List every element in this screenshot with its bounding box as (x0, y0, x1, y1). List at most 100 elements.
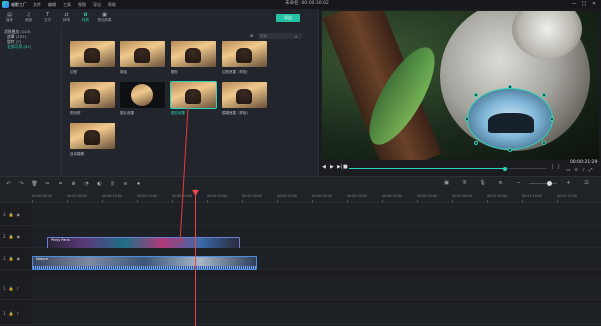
eye-icon[interactable]: ◉ (17, 234, 21, 239)
tab-overlays[interactable]: ▣ 叠加效果 (95, 9, 114, 26)
mixer-icon[interactable]: ≡ (494, 181, 507, 186)
lock-icon[interactable]: 🔒 (9, 311, 14, 316)
ruler-tick-label: 00:00:05:00 (67, 194, 88, 198)
effect-thumb-image-mask[interactable] (120, 82, 165, 108)
close-icon[interactable]: ✕ (590, 1, 598, 8)
grid-view-icon[interactable]: ⊞ (248, 33, 255, 39)
track-lane-2[interactable]: Pinky Paris (31, 226, 601, 249)
progress-knob[interactable] (503, 166, 508, 171)
effect-label: 边框遮罩（样板） (222, 70, 250, 74)
maximize-icon[interactable]: □ (580, 1, 588, 8)
volume-icon[interactable]: ♪ (582, 168, 585, 174)
sidebar-item-all[interactable]: 全部可用 (81) (0, 44, 61, 49)
tab-label: 叠加效果 (97, 17, 112, 22)
lock-icon[interactable]: 🔒 (9, 212, 14, 217)
track-number: 3 (3, 211, 6, 217)
menu-file[interactable]: 文件 (33, 2, 41, 7)
crop-icon[interactable]: ⌗ (54, 182, 67, 187)
tab-media[interactable]: ▤ 媒体 (0, 9, 19, 26)
effect-thumb-circle[interactable] (171, 41, 216, 67)
zoom-in-icon[interactable]: + (562, 181, 575, 186)
effect-thumb-blur-mask[interactable] (222, 82, 267, 108)
effect-thumb-original[interactable] (120, 41, 165, 67)
tab-text[interactable]: T 文字 (38, 9, 57, 26)
mask-handle[interactable] (508, 85, 512, 89)
delete-icon[interactable]: 🗑 (28, 182, 41, 187)
display-icon[interactable]: ▭ (566, 168, 570, 174)
mask-handle[interactable] (550, 117, 554, 121)
app-name: 喵影工厂 (11, 1, 27, 7)
record-icon[interactable]: ⏺ (132, 182, 145, 187)
fullscreen-icon[interactable]: ⤢ (589, 168, 593, 174)
search-input[interactable] (258, 33, 295, 39)
color-icon[interactable]: ◐ (93, 182, 106, 187)
speaker-icon[interactable]: ♪ (17, 311, 20, 316)
zoom-slider[interactable] (529, 181, 557, 186)
menu-help[interactable]: 帮助 (108, 2, 116, 7)
prev-frame-icon[interactable]: ◀ (322, 165, 326, 170)
search-icon[interactable]: ⌕ (295, 34, 297, 39)
zoom-clip-icon[interactable]: ⊕ (67, 182, 80, 187)
snapshot-icon[interactable]: ⊙ (574, 168, 578, 174)
mask-handle[interactable] (465, 117, 469, 121)
effect-thumb-mottled[interactable] (70, 82, 115, 108)
split-icon[interactable]: ⫼ (106, 182, 119, 187)
menu-view[interactable]: 视图 (78, 2, 86, 7)
mask-overlay[interactable] (467, 88, 553, 150)
render-icon[interactable]: ▣ (440, 181, 453, 186)
track-lane-1[interactable]: Nature (31, 248, 601, 270)
lock-icon[interactable]: 🔒 (9, 256, 14, 261)
playhead[interactable] (195, 189, 196, 326)
app-logo: 喵影工厂 (2, 1, 27, 8)
mask-handle[interactable] (474, 93, 478, 97)
preview-video[interactable] (322, 11, 599, 160)
cut-icon[interactable]: ✂ (41, 182, 54, 187)
eye-icon[interactable]: ◉ (17, 256, 21, 261)
play-icon[interactable]: ▶ (330, 165, 334, 170)
effect-thumb-shape-mask[interactable] (170, 81, 217, 109)
track-lane-3[interactable] (31, 204, 601, 226)
shield-icon[interactable]: ⛨ (458, 181, 471, 186)
effect-thumb-border-mask[interactable] (222, 41, 267, 67)
timeline-ruler[interactable]: 00:00:00:00 00:00:05:00 00:00:10:00 00:00:1… (0, 192, 601, 203)
mask-handle[interactable] (542, 93, 546, 97)
menu-tools[interactable]: 工具 (63, 2, 71, 7)
mask-handle[interactable] (542, 141, 546, 145)
zoom-out-icon[interactable]: − (512, 181, 525, 186)
audio-icon[interactable]: ≋ (119, 182, 132, 187)
lock-icon[interactable]: 🔒 (9, 234, 14, 239)
speed-icon[interactable]: ◔ (80, 182, 93, 187)
stop-icon[interactable]: ■ (343, 165, 348, 170)
effect-thumb-border[interactable] (70, 41, 115, 67)
ruler-tick-mark (452, 200, 453, 203)
zoom-knob[interactable] (547, 181, 552, 186)
progress-fill (349, 168, 506, 169)
fit-icon[interactable]: ⊡ (580, 181, 593, 186)
tab-effects[interactable]: ✿ 特效 (76, 9, 95, 26)
audio-lane-2[interactable] (31, 303, 601, 325)
mask-handle[interactable] (474, 141, 478, 145)
tab-audio[interactable]: ♫ 音频 (19, 9, 38, 26)
thumb-preview (134, 48, 150, 63)
speaker-icon[interactable]: ♪ (17, 286, 20, 291)
mark-in-icon[interactable]: { (551, 165, 554, 170)
mic-icon[interactable]: 🎙 (476, 181, 489, 186)
eye-icon[interactable]: ◉ (17, 212, 21, 217)
mask-handle[interactable] (508, 148, 512, 152)
redo-icon[interactable]: ↷ (15, 182, 28, 187)
lock-icon[interactable]: 🔒 (9, 286, 14, 291)
music-icon: ♫ (26, 11, 31, 18)
preview-progress[interactable] (349, 166, 547, 171)
menu-export[interactable]: 导出 (93, 2, 101, 7)
undo-icon[interactable]: ↶ (2, 182, 15, 187)
minimize-icon[interactable]: — (570, 1, 578, 8)
video-clip[interactable]: Nature (32, 256, 257, 270)
effect-thumb-auto-blur[interactable] (70, 123, 115, 149)
menu-edit[interactable]: 编辑 (48, 2, 56, 7)
tab-transitions[interactable]: ⇄ 转场 (57, 9, 76, 26)
track-number: 1 (3, 285, 6, 291)
next-frame-icon[interactable]: ▶| (337, 165, 343, 170)
export-button[interactable]: 导出 (276, 14, 300, 22)
mark-out-icon[interactable]: } (557, 165, 560, 170)
audio-lane-1[interactable] (31, 278, 601, 300)
